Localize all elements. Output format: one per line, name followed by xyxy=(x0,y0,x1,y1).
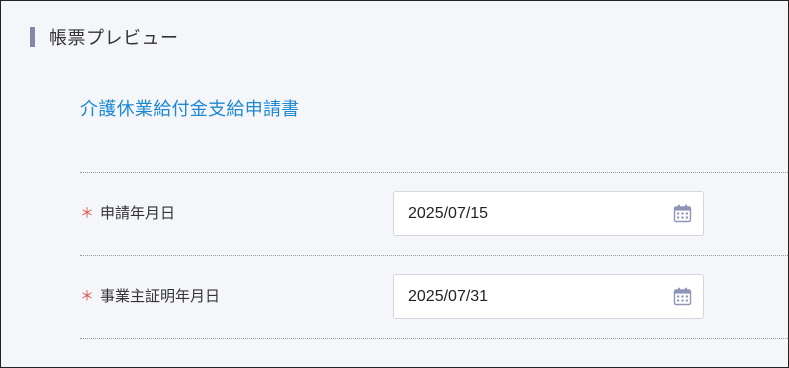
required-mark: ＊ xyxy=(80,205,94,222)
section-accent-bar xyxy=(30,27,35,47)
field-label-text: 事業主証明年月日 xyxy=(100,287,221,305)
field-label-text: 申請年月日 xyxy=(100,204,176,222)
employer-certification-date-input[interactable]: 2025/07/31 xyxy=(393,274,704,319)
divider xyxy=(80,338,788,339)
calendar-icon[interactable] xyxy=(673,287,692,306)
required-mark: ＊ xyxy=(80,288,94,305)
application-date-input[interactable]: 2025/07/15 xyxy=(393,191,704,236)
section-header: 帳票プレビュー xyxy=(30,26,179,49)
divider xyxy=(80,172,788,173)
field-label-employer-certification-date: ＊ 事業主証明年月日 xyxy=(80,285,220,306)
form-preview-panel: 帳票プレビュー 介護休業給付金支給申請書 ＊ 申請年月日 2025/07/15 xyxy=(0,0,789,368)
calendar-icon[interactable] xyxy=(673,204,692,223)
divider xyxy=(80,255,788,256)
date-value[interactable]: 2025/07/15 xyxy=(394,205,673,223)
section-title: 帳票プレビュー xyxy=(49,28,179,49)
date-value[interactable]: 2025/07/31 xyxy=(394,288,673,306)
field-label-application-date: ＊ 申請年月日 xyxy=(80,202,175,223)
form-title-link[interactable]: 介護休業給付金支給申請書 xyxy=(80,95,300,121)
